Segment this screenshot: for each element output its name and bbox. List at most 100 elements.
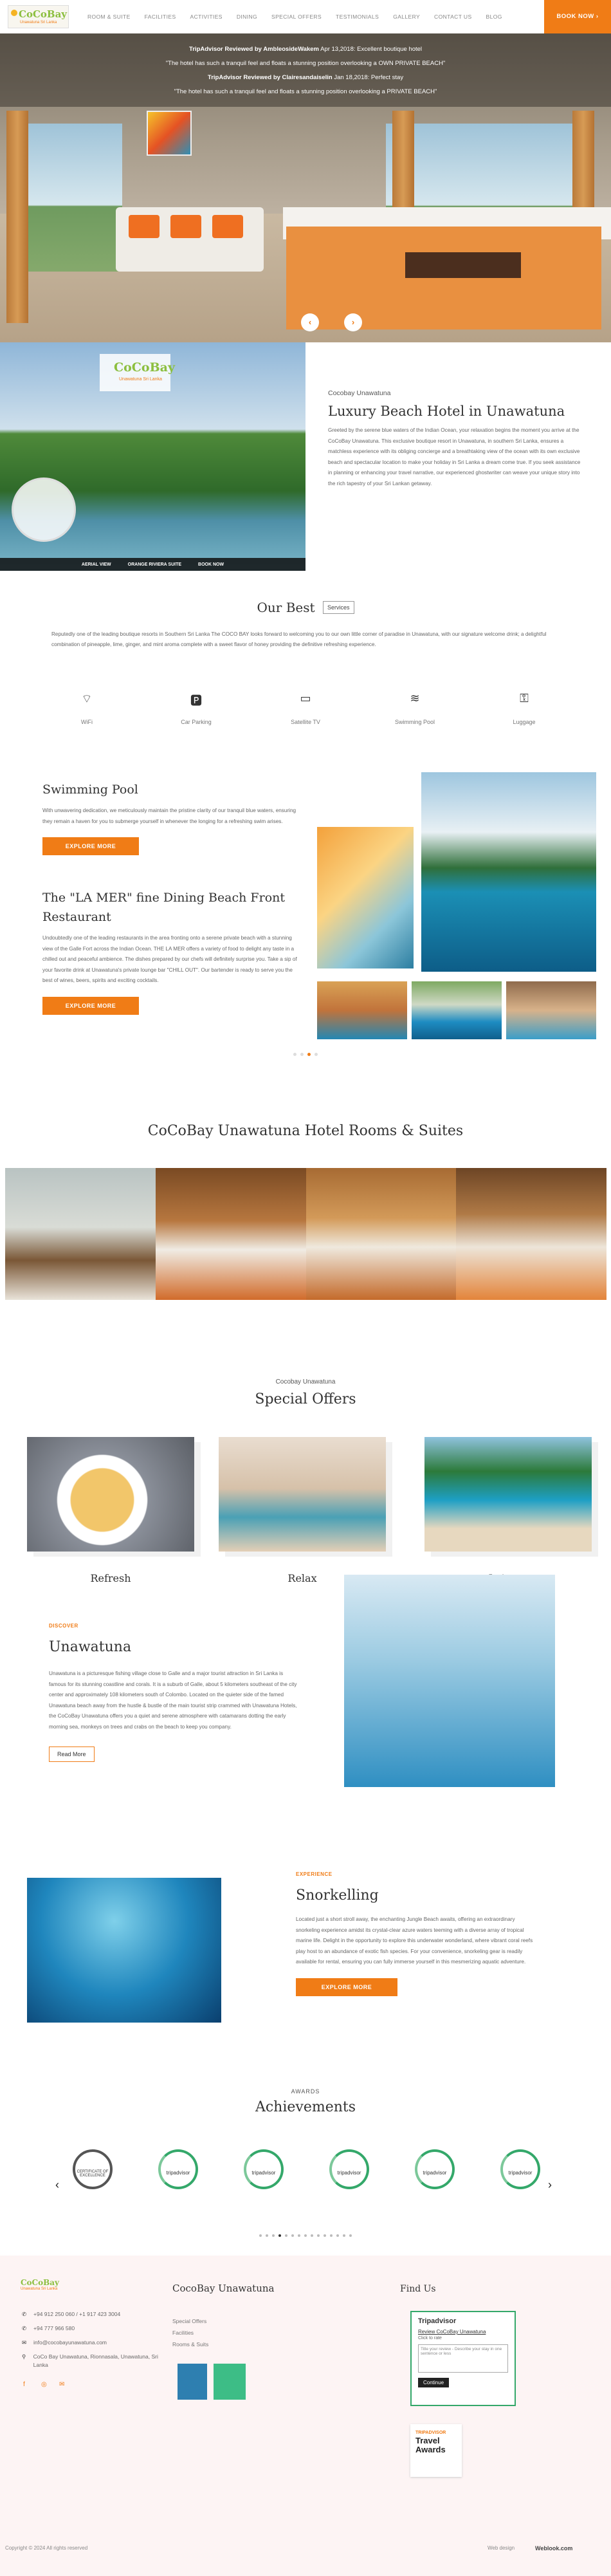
- caption-book[interactable]: BOOK NOW: [198, 562, 224, 567]
- image-logo-title: CoCoBay: [114, 360, 175, 375]
- offer-image: [219, 1437, 386, 1552]
- amenity-tv: ▭ Satellite TV: [260, 692, 351, 725]
- gallery-dot[interactable]: [300, 1053, 304, 1056]
- hero-curtain: [6, 111, 28, 323]
- image-caption-bar: AERIAL VIEW ORANGE RIVIERA SUITE BOOK NO…: [0, 558, 306, 571]
- awards-dot[interactable]: [285, 2234, 287, 2237]
- nav-activities[interactable]: ACTIVITIES: [183, 14, 230, 20]
- awards-dot[interactable]: [304, 2234, 307, 2237]
- amenity-parking: 🅿 Car Parking: [151, 692, 241, 725]
- award-badge: tripadvisor: [411, 2149, 459, 2197]
- awards-dot[interactable]: [324, 2234, 326, 2237]
- web-design-link[interactable]: Weblook.com: [535, 2545, 572, 2552]
- site-logo[interactable]: CoCoBay Unawatuna Sri Lanka: [8, 5, 69, 28]
- pool-photo[interactable]: [421, 772, 596, 972]
- pool-explore-button[interactable]: EXPLORE MORE: [42, 837, 139, 855]
- offer-refresh[interactable]: Refresh: [27, 1437, 194, 1584]
- awards-big-text: Travel Awards: [415, 2436, 446, 2454]
- nav-special-offers[interactable]: SPECIAL OFFERS: [264, 14, 329, 20]
- tv-icon: ▭: [300, 692, 311, 705]
- mobile-icon: ✆: [22, 2325, 27, 2331]
- footer-logo[interactable]: CoCoBay Unawatuna Sri Lanka: [21, 2278, 72, 2299]
- nav-dining[interactable]: DINING: [230, 14, 264, 20]
- hero-next-arrow[interactable]: ›: [344, 313, 362, 331]
- footer-link-offers[interactable]: Special Offers: [172, 2318, 206, 2324]
- nav-testimonials[interactable]: TESTIMONIALS: [329, 14, 386, 20]
- phone-icon: ✆: [22, 2311, 27, 2317]
- nav-contact[interactable]: CONTACT US: [427, 14, 479, 20]
- gallery-dot-active[interactable]: [307, 1053, 311, 1056]
- mail-icon[interactable]: ✉: [59, 2381, 64, 2388]
- snorkel-text: Located just a short stroll away, the en…: [296, 1916, 533, 1965]
- award-text: tripadvisor: [508, 2170, 533, 2176]
- dining-section: The "LA MER" fine Dining Beach Front Res…: [42, 888, 300, 1015]
- room-photo[interactable]: [155, 1168, 306, 1300]
- services-heading: Our Best Services: [0, 600, 611, 615]
- contact-text: +94 777 966 580: [33, 2325, 75, 2331]
- services-title: Our Best: [257, 600, 315, 615]
- parking-icon: 🅿: [190, 694, 202, 707]
- awards-dot[interactable]: [291, 2234, 294, 2237]
- contact-email[interactable]: ✉ info@cocobayunawatuna.com: [22, 2339, 170, 2347]
- nav-gallery[interactable]: GALLERY: [386, 14, 427, 20]
- review-title-input[interactable]: Title your review - Describe your stay i…: [418, 2344, 508, 2373]
- awards-dot[interactable]: [266, 2234, 268, 2237]
- offer-leisure[interactable]: Leisure: [424, 1437, 592, 1584]
- review-link[interactable]: Review CoCoBay Unawatuna: [418, 2329, 515, 2335]
- offer-relax[interactable]: Relax: [219, 1437, 386, 1584]
- gallery-thumb[interactable]: [506, 981, 596, 1039]
- awards-dot[interactable]: [259, 2234, 262, 2237]
- footer-link-rooms[interactable]: Rooms & Suits: [172, 2341, 208, 2348]
- book-now-button[interactable]: BOOK NOW ›: [544, 0, 611, 33]
- awards-dot[interactable]: [330, 2234, 333, 2237]
- awards-dot[interactable]: [317, 2234, 320, 2237]
- gallery-thumb[interactable]: [412, 981, 502, 1039]
- hero-table: [405, 252, 521, 278]
- gallery-dot[interactable]: [293, 1053, 296, 1056]
- nav-facilities[interactable]: FACILITIES: [138, 14, 183, 20]
- continue-button[interactable]: Continue: [418, 2378, 450, 2387]
- room-photo[interactable]: [5, 1168, 156, 1300]
- offer-image: [27, 1437, 194, 1552]
- rooms-title: CoCoBay Unawatuna Hotel Rooms & Suites: [147, 1123, 464, 1139]
- dining-explore-button[interactable]: EXPLORE MORE: [42, 996, 139, 1015]
- contact-phone[interactable]: ✆ +94 912 250 060 / +1 917 423 3004: [22, 2310, 170, 2319]
- read-more-button[interactable]: Read More: [49, 1747, 95, 1762]
- nav-blog[interactable]: BLOG: [479, 14, 509, 20]
- contact-text: +94 912 250 060 / +1 917 423 3004: [33, 2311, 121, 2317]
- facebook-icon[interactable]: f: [23, 2381, 25, 2388]
- amenity-label: Car Parking: [181, 719, 212, 725]
- footer-link-facilities[interactable]: Facilities: [172, 2330, 194, 2336]
- wifi-icon: ⌔: [81, 692, 93, 705]
- gallery-dot[interactable]: [315, 1053, 318, 1056]
- award-badge: tripadvisor: [497, 2149, 544, 2197]
- hero-painting: [147, 111, 192, 156]
- awards-dot[interactable]: [272, 2234, 275, 2237]
- tripadvisor-logo: Tripadvisor: [418, 2317, 457, 2325]
- logo-title: CoCoBay: [19, 8, 67, 20]
- awards-dot[interactable]: [343, 2234, 345, 2237]
- awards-dot[interactable]: [349, 2234, 352, 2237]
- snorkel-explore-button[interactable]: EXPLORE MORE: [296, 1978, 397, 1996]
- contact-mobile[interactable]: ✆ +94 777 966 580: [22, 2324, 170, 2333]
- awards-dot[interactable]: [336, 2234, 339, 2237]
- room-photo[interactable]: [456, 1168, 606, 1300]
- pool-icon: ≋: [410, 692, 420, 705]
- awards-dot[interactable]: [298, 2234, 300, 2237]
- amenity-label: Swimming Pool: [394, 719, 435, 725]
- instagram-icon[interactable]: ◎: [41, 2381, 47, 2388]
- rate-text[interactable]: Click to rate: [418, 2336, 515, 2340]
- site-footer: CoCoBay Unawatuna Sri Lanka ✆ +94 912 250…: [0, 2256, 611, 2576]
- awards-dot[interactable]: [311, 2234, 313, 2237]
- certificate-badge: [214, 2364, 246, 2400]
- pool-text: With unwavering dedication, we meticulou…: [42, 808, 296, 824]
- logo-subtitle: Unawatuna Sri Lanka: [20, 21, 57, 24]
- dining-photo[interactable]: [317, 827, 414, 968]
- awards-dot-active[interactable]: [278, 2234, 281, 2237]
- hero-prev-arrow[interactable]: ‹: [301, 313, 319, 331]
- room-photo[interactable]: [306, 1168, 457, 1300]
- amenity-wifi: ⌔ WiFi: [42, 692, 132, 725]
- gallery-dots: [0, 1048, 611, 1059]
- nav-rooms[interactable]: ROOM & SUITE: [80, 14, 138, 20]
- gallery-thumb[interactable]: [317, 981, 407, 1039]
